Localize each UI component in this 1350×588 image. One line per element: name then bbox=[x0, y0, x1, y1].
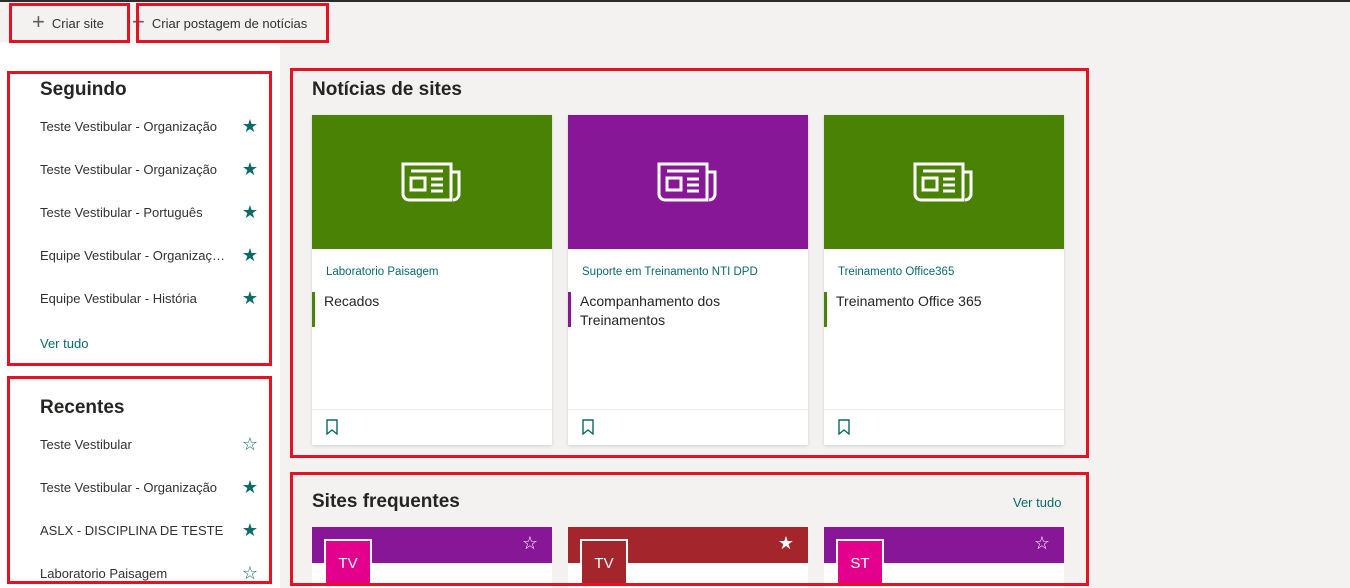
create-site-label: Criar site bbox=[51, 15, 104, 31]
recent-item[interactable]: Laboratorio Paisagem ☆ bbox=[40, 559, 260, 587]
following-item-label: Teste Vestibular - Organização bbox=[40, 118, 218, 134]
news-card-headline[interactable]: Acompanhamento dos Treinamentos bbox=[580, 292, 798, 330]
site-monogram: ST bbox=[836, 539, 884, 587]
plus-icon: + bbox=[132, 9, 145, 34]
recent-item[interactable]: Teste Vestibular ☆ bbox=[40, 430, 260, 458]
news-card-site[interactable]: Suporte em Treinamento NTI DPD bbox=[582, 266, 758, 278]
following-item[interactable]: Equipe Vestibular - Organização ★ bbox=[40, 241, 260, 269]
following-item[interactable]: Teste Vestibular - Organização ★ bbox=[40, 155, 260, 183]
star-filled-icon[interactable]: ★ bbox=[240, 288, 260, 309]
following-item-label: Teste Vestibular - Português bbox=[40, 204, 203, 220]
news-card[interactable]: Suporte em Treinamento NTI DPD Acompanham… bbox=[568, 115, 808, 445]
news-card-accent bbox=[824, 292, 827, 327]
recent-item-label: Teste Vestibular - Organização bbox=[40, 479, 218, 495]
bookmark-icon[interactable] bbox=[582, 419, 594, 435]
create-news-post-button[interactable]: + Criar postagem de notícias bbox=[112, 4, 307, 42]
news-card-banner bbox=[824, 115, 1064, 249]
news-icon bbox=[401, 162, 461, 202]
star-filled-icon[interactable]: ★ bbox=[240, 159, 260, 180]
bookmark-icon[interactable] bbox=[838, 419, 850, 435]
news-card-accent bbox=[568, 292, 571, 327]
frequent-sites-title: Sites frequentes bbox=[312, 491, 460, 512]
news-card-divider bbox=[312, 409, 552, 410]
recent-item-label: Laboratorio Paisagem bbox=[40, 565, 168, 581]
star-filled-icon[interactable]: ★ bbox=[240, 116, 260, 137]
star-filled-icon[interactable]: ★ bbox=[778, 533, 794, 554]
site-monogram: TV bbox=[324, 539, 372, 587]
news-card-site[interactable]: Treinamento Office365 bbox=[838, 266, 954, 278]
frequent-site-card[interactable]: ★ TV bbox=[568, 527, 808, 588]
news-card[interactable]: Treinamento Office365 Treinamento Office … bbox=[824, 115, 1064, 445]
plus-icon: + bbox=[32, 9, 45, 34]
frequent-site-card[interactable]: ☆ ST bbox=[824, 527, 1064, 588]
bookmark-icon[interactable] bbox=[326, 419, 338, 435]
news-icon bbox=[913, 162, 973, 202]
following-item-label: Equipe Vestibular - Organização bbox=[40, 247, 225, 263]
star-filled-icon[interactable]: ★ bbox=[240, 477, 260, 498]
news-title: Notícias de sites bbox=[312, 79, 462, 100]
following-item[interactable]: Teste Vestibular - Organização ★ bbox=[40, 112, 260, 140]
recent-title: Recentes bbox=[40, 397, 125, 418]
following-item[interactable]: Equipe Vestibular - História ★ bbox=[40, 284, 260, 312]
recent-item-label: ASLX - DISCIPLINA DE TESTE bbox=[40, 522, 224, 538]
create-site-button[interactable]: + Criar site bbox=[12, 4, 104, 42]
star-filled-icon[interactable]: ★ bbox=[240, 202, 260, 223]
star-outline-icon[interactable]: ☆ bbox=[240, 434, 260, 455]
news-card-banner bbox=[568, 115, 808, 249]
following-item-label: Teste Vestibular - Organização bbox=[40, 161, 218, 177]
news-icon bbox=[657, 162, 717, 202]
star-filled-icon[interactable]: ★ bbox=[240, 520, 260, 541]
recent-item[interactable]: Teste Vestibular - Organização ★ bbox=[40, 473, 260, 501]
following-title: Seguindo bbox=[40, 79, 127, 100]
news-card-divider bbox=[824, 409, 1064, 410]
star-outline-icon[interactable]: ☆ bbox=[1034, 533, 1050, 554]
news-card-site[interactable]: Laboratorio Paisagem bbox=[326, 266, 439, 278]
recent-item-label: Teste Vestibular bbox=[40, 436, 132, 452]
following-see-all-link[interactable]: Ver tudo bbox=[40, 336, 88, 351]
star-filled-icon[interactable]: ★ bbox=[240, 245, 260, 266]
frequent-see-all-link[interactable]: Ver tudo bbox=[1013, 495, 1061, 510]
news-card-headline[interactable]: Recados bbox=[324, 292, 542, 311]
star-outline-icon[interactable]: ☆ bbox=[522, 533, 538, 554]
news-card-divider bbox=[568, 409, 808, 410]
star-outline-icon[interactable]: ☆ bbox=[240, 563, 260, 584]
news-card-headline[interactable]: Treinamento Office 365 bbox=[836, 292, 1054, 311]
create-news-post-label: Criar postagem de notícias bbox=[151, 15, 308, 31]
following-item-label: Equipe Vestibular - História bbox=[40, 290, 197, 306]
frequent-site-card[interactable]: ☆ TV bbox=[312, 527, 552, 588]
following-item[interactable]: Teste Vestibular - Português ★ bbox=[40, 198, 260, 226]
news-card[interactable]: Laboratorio Paisagem Recados bbox=[312, 115, 552, 445]
recent-item[interactable]: ASLX - DISCIPLINA DE TESTE ★ bbox=[40, 516, 260, 544]
news-card-accent bbox=[312, 292, 315, 327]
site-monogram: TV bbox=[580, 539, 628, 587]
news-card-banner bbox=[312, 115, 552, 249]
